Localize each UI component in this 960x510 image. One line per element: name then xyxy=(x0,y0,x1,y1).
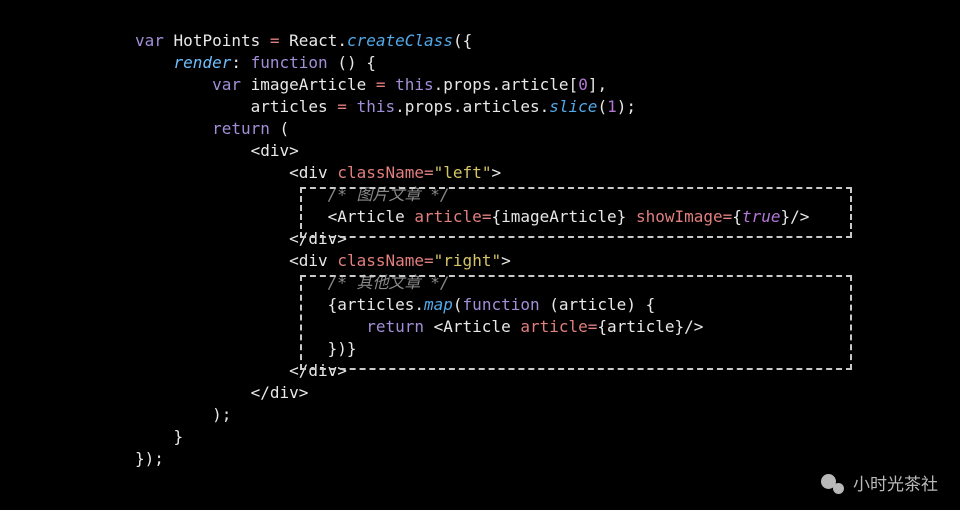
line-2: render: function () { xyxy=(135,53,376,72)
line-16: </div> xyxy=(135,361,347,380)
line-5: return ( xyxy=(135,119,289,138)
line-17: </div> xyxy=(135,383,308,402)
line-13: {articles.map(function (article) { xyxy=(135,295,655,314)
line-11: <div className="right"> xyxy=(135,251,511,270)
line-18: ); xyxy=(135,405,231,424)
line-8: /* 图片文章 */ xyxy=(135,185,449,204)
code-block: var HotPoints = React.createClass({ rend… xyxy=(135,30,809,470)
line-3: var imageArticle = this.props.article[0]… xyxy=(135,75,607,94)
line-20: }); xyxy=(135,449,164,468)
line-4: articles = this.props.articles.slice(1); xyxy=(135,97,636,116)
line-12: /* 其他文章 */ xyxy=(135,273,449,292)
line-10: </div> xyxy=(135,229,347,248)
line-1: var HotPoints = React.createClass({ xyxy=(135,31,472,50)
watermark: 小时光茶社 xyxy=(821,474,938,496)
watermark-text: 小时光茶社 xyxy=(853,474,938,496)
wechat-icon xyxy=(821,474,847,496)
line-15: })} xyxy=(135,339,357,358)
line-14: return <Article article={article}/> xyxy=(135,317,703,336)
line-7: <div className="left"> xyxy=(135,163,501,182)
line-9: <Article article={imageArticle} showImag… xyxy=(135,207,809,226)
line-6: <div> xyxy=(135,141,299,160)
line-19: } xyxy=(135,427,183,446)
